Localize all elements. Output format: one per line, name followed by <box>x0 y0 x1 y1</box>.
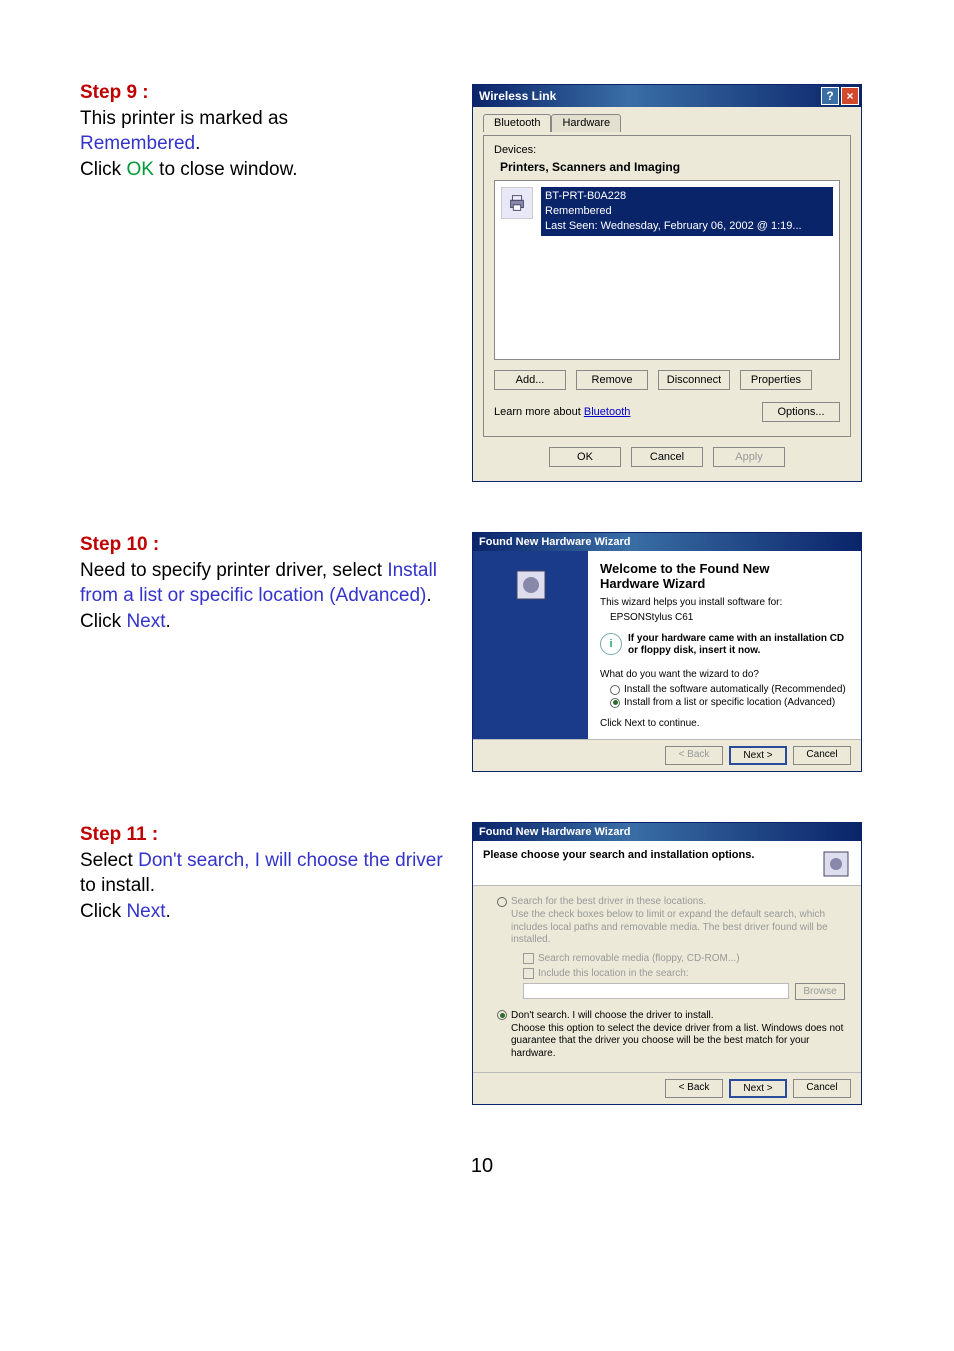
device-status: Remembered <box>545 204 829 219</box>
tab-bluetooth[interactable]: Bluetooth <box>483 114 551 132</box>
radio-auto[interactable]: Install the software automatically (Reco… <box>610 684 849 695</box>
wl-titlebar: Wireless Link ? × <box>473 85 861 107</box>
checkbox-icon <box>523 968 534 979</box>
apply-button: Apply <box>713 447 785 467</box>
step11-next: Next <box>126 901 165 922</box>
ok-button[interactable]: OK <box>549 447 621 467</box>
browse-button: Browse <box>795 983 845 1000</box>
wiz1-question: What do you want the wizard to do? <box>600 669 849 680</box>
devices-label: Devices: <box>494 144 840 156</box>
next-button[interactable]: Next > <box>729 746 787 765</box>
learn-more-text: Learn more about Bluetooth <box>494 406 630 418</box>
page-number: 10 <box>80 1155 884 1178</box>
step-11-title: Step 11 : <box>80 822 460 848</box>
wiz1-subtext: This wizard helps you install software f… <box>600 597 849 608</box>
radio-list[interactable]: Install from a list or specific location… <box>610 697 849 708</box>
step-10-text: Step 10 : Need to specify printer driver… <box>80 532 460 772</box>
step-10-block: Step 10 : Need to specify printer driver… <box>80 532 884 772</box>
step-9-text: Step 9 : This printer is marked as Remem… <box>80 80 460 482</box>
search-desc: Use the check boxes below to limit or ex… <box>511 909 845 947</box>
help-icon[interactable]: ? <box>821 87 839 105</box>
device-list: BT-PRT-B0A228 Remembered Last Seen: Wedn… <box>494 180 840 360</box>
wizard-2-dialog: Found New Hardware Wizard Please choose … <box>472 822 862 1105</box>
hardware-icon <box>511 565 551 605</box>
options-button[interactable]: Options... <box>762 402 840 422</box>
step-9-block: Step 9 : This printer is marked as Remem… <box>80 80 884 482</box>
wiz1-device: EPSONStylus C61 <box>610 612 849 623</box>
radio-icon <box>610 685 620 695</box>
check-include: Include this location in the search: <box>523 968 845 979</box>
next-button[interactable]: Next > <box>729 1079 787 1098</box>
dont-desc: Choose this option to select the device … <box>511 1023 845 1061</box>
step-11-block: Step 11 : Select Don't search, I will ch… <box>80 822 884 1105</box>
wiz1-note: i If your hardware came with an installa… <box>600 633 849 657</box>
step10-next: Next <box>126 611 165 632</box>
wiz2-titlebar: Found New Hardware Wizard <box>473 823 861 841</box>
remove-button[interactable]: Remove <box>576 370 648 390</box>
radio-icon <box>497 1010 507 1020</box>
device-info: BT-PRT-B0A228 Remembered Last Seen: Wedn… <box>541 187 833 236</box>
radio-search[interactable]: Search for the best driver in these loca… <box>497 896 845 907</box>
back-button[interactable]: < Back <box>665 1079 723 1098</box>
radio-dont-search[interactable]: Don't search. I will choose the driver t… <box>497 1010 845 1021</box>
wizard-1-dialog: Found New Hardware Wizard Welcome to the… <box>472 532 862 772</box>
hardware-icon <box>821 849 851 879</box>
tab-hardware[interactable]: Hardware <box>551 114 621 132</box>
disconnect-button[interactable]: Disconnect <box>658 370 730 390</box>
wiz1-main: Welcome to the Found New Hardware Wizard… <box>588 551 861 739</box>
wiz1-sidebar <box>473 551 588 739</box>
device-last-seen: Last Seen: Wednesday, February 06, 2002 … <box>545 219 829 234</box>
step-9-title: Step 9 : <box>80 80 460 106</box>
step9-remembered: Remembered <box>80 133 195 154</box>
device-item[interactable]: BT-PRT-B0A228 Remembered Last Seen: Wedn… <box>501 187 833 236</box>
checkbox-icon <box>523 953 534 964</box>
device-name: BT-PRT-B0A228 <box>545 189 829 204</box>
wiz2-body: Search for the best driver in these loca… <box>473 886 861 1072</box>
step9-line1: This printer is marked as <box>80 108 288 129</box>
device-category: Printers, Scanners and Imaging <box>500 160 840 174</box>
check-removable: Search removable media (floppy, CD-ROM..… <box>523 953 845 964</box>
wiz2-header: Please choose your search and installati… <box>473 841 861 886</box>
properties-button[interactable]: Properties <box>740 370 812 390</box>
step9-ok: OK <box>126 159 153 180</box>
step-11-text: Step 11 : Select Don't search, I will ch… <box>80 822 460 1105</box>
wiz1-titlebar: Found New Hardware Wizard <box>473 533 861 551</box>
printer-icon <box>501 187 533 219</box>
wl-title: Wireless Link <box>479 89 556 103</box>
close-icon[interactable]: × <box>841 87 859 105</box>
radio-icon <box>610 698 620 708</box>
wiz1-heading: Welcome to the Found New Hardware Wizard <box>600 561 849 591</box>
back-button: < Back <box>665 746 723 765</box>
cancel-button[interactable]: Cancel <box>793 746 851 765</box>
radio-icon <box>497 897 507 907</box>
wiz2-heading: Please choose your search and installati… <box>483 849 754 861</box>
wireless-link-dialog: Wireless Link ? × Bluetooth Hardware Dev… <box>472 84 862 482</box>
step-10-title: Step 10 : <box>80 532 460 558</box>
learn-bluetooth-link[interactable]: Bluetooth <box>584 406 630 418</box>
step11-hl: Don't search, I will choose the driver <box>138 850 443 871</box>
add-button[interactable]: Add... <box>494 370 566 390</box>
cancel-button[interactable]: Cancel <box>631 447 703 467</box>
info-icon: i <box>600 633 622 655</box>
location-input <box>523 983 789 999</box>
wiz1-continue: Click Next to continue. <box>600 718 849 729</box>
cancel-button[interactable]: Cancel <box>793 1079 851 1098</box>
bluetooth-panel: Devices: Printers, Scanners and Imaging … <box>483 135 851 437</box>
